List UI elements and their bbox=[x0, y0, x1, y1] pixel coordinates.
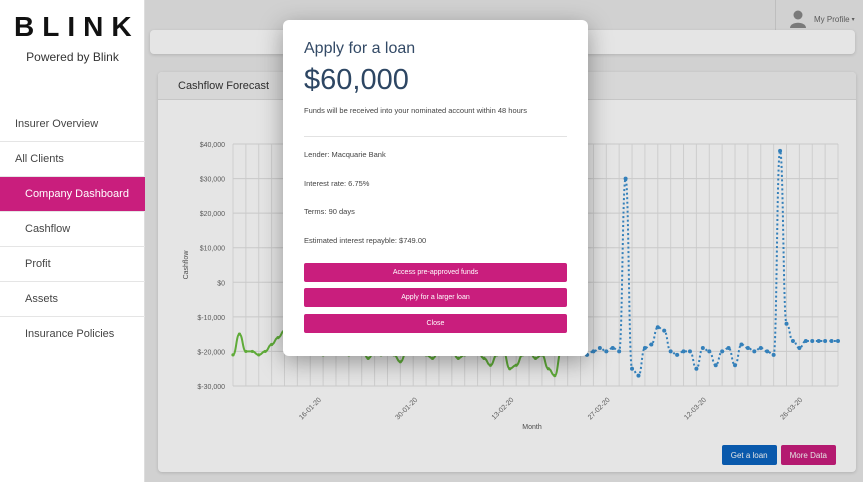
apply-loan-modal: Apply for a loan $60,000 Funds will be r… bbox=[283, 20, 588, 356]
larger-loan-button[interactable]: Apply for a larger loan bbox=[304, 288, 567, 307]
divider bbox=[304, 136, 567, 137]
sidebar-item-company-dashboard[interactable]: Company Dashboard bbox=[0, 176, 145, 211]
logo-text: BLINK bbox=[14, 11, 132, 42]
sidebar-item-insurance-policies[interactable]: Insurance Policies bbox=[0, 316, 145, 351]
sidebar-nav: Insurer Overview All Clients Company Das… bbox=[0, 106, 145, 351]
sidebar-item-insurer-overview[interactable]: Insurer Overview bbox=[0, 106, 145, 141]
terms-text: Terms: 90 days bbox=[304, 207, 355, 216]
lender-text: Lender: Macquarie Bank bbox=[304, 150, 386, 159]
interest-rate-text: Interest rate: 6.75% bbox=[304, 179, 370, 188]
close-button[interactable]: Close bbox=[304, 314, 567, 333]
interest-repayable-text: Estimated interest repayble: $749.00 bbox=[304, 236, 427, 245]
powered-by: Powered by Blink bbox=[26, 50, 119, 64]
access-funds-button[interactable]: Access pre-approved funds bbox=[304, 263, 567, 282]
sidebar-item-cashflow[interactable]: Cashflow bbox=[0, 211, 145, 246]
blink-logo[interactable]: BLINK bbox=[14, 10, 132, 44]
sidebar-item-all-clients[interactable]: All Clients bbox=[0, 141, 145, 176]
modal-title: Apply for a loan bbox=[304, 40, 416, 57]
sidebar: BLINK Powered by Blink Insurer Overview … bbox=[0, 0, 145, 482]
loan-amount: $60,000 bbox=[304, 64, 409, 96]
sidebar-item-assets[interactable]: Assets bbox=[0, 281, 145, 316]
sidebar-item-profit[interactable]: Profit bbox=[0, 246, 145, 281]
modal-description: Funds will be received into your nominat… bbox=[304, 106, 528, 115]
